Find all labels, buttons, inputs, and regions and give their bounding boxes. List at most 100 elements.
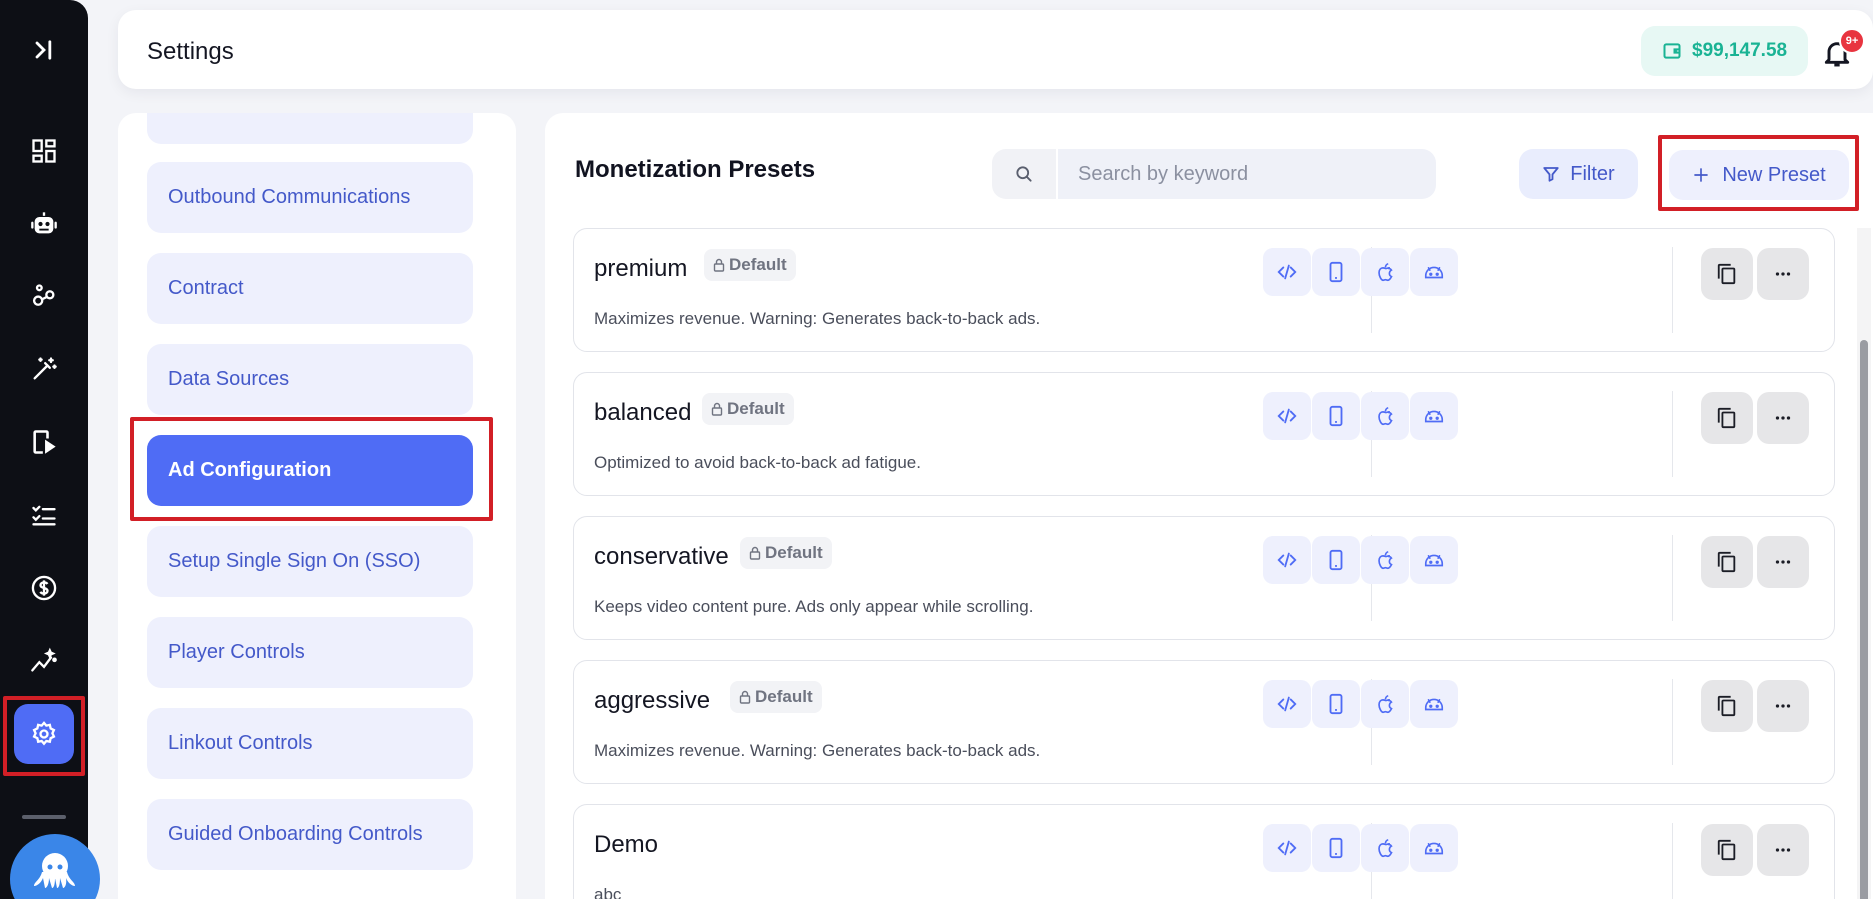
ios-platform-button[interactable] [1361,680,1409,728]
expand-sidebar-button[interactable] [14,20,74,80]
android-platform-button[interactable] [1410,392,1458,440]
settings-nav-item-ad-configuration[interactable]: Ad Configuration [147,435,473,506]
more-options-button[interactable] [1757,536,1809,588]
lock-icon [711,402,723,416]
mobile-icon [1329,837,1343,859]
avatar[interactable] [10,834,100,899]
more-options-button[interactable] [1757,248,1809,300]
scroll-thumb[interactable] [1860,340,1868,899]
settings-nav-item-outbound-communications[interactable]: Outbound Communications [147,162,473,233]
preset-description: Keeps video content pure. Ads only appea… [594,597,1034,616]
web-platform-button[interactable] [1263,248,1311,296]
mobile-platform-button[interactable] [1312,248,1360,296]
more-options-button[interactable] [1757,392,1809,444]
preset-card-0[interactable]: premium Default Maximizes revenue. Warni… [573,228,1835,352]
search-icon [1016,166,1032,182]
filter-icon [1543,167,1559,182]
mobile-icon [1329,549,1343,571]
code-icon [1277,696,1297,712]
lock-icon [713,258,725,272]
octopus-icon [34,853,75,888]
card-divider [1672,247,1673,333]
duplicate-preset-button[interactable] [1701,680,1753,732]
android-platform-button[interactable] [1410,536,1458,584]
settings-nav-item-linkout-controls[interactable]: Linkout Controls [147,708,473,779]
settings-nav-item-guided-onboarding[interactable]: Guided Onboarding Controls [147,799,473,870]
preset-list-scrollbar[interactable] [1857,228,1871,899]
card-divider [1672,679,1673,765]
more-options-button[interactable] [1757,680,1809,732]
settings-nav-item-partial[interactable] [147,113,473,144]
ios-platform-button[interactable] [1361,248,1409,296]
preset-name: aggressive [594,687,711,714]
mobile-platform-button[interactable] [1312,824,1360,872]
checklist-icon [32,505,56,526]
notification-badge: 9+ [1839,28,1865,54]
web-platform-button[interactable] [1263,392,1311,440]
settings-nav-item-sso[interactable]: Setup Single Sign On (SSO) [147,526,473,597]
rail-item-mobile-play[interactable] [14,412,74,472]
mobile-platform-button[interactable] [1312,680,1360,728]
preset-card-3[interactable]: aggressive Default Maximizes revenue. Wa… [573,660,1835,784]
code-icon [1277,408,1297,424]
rail-item-settings[interactable] [14,704,74,764]
search-icon-box[interactable] [992,149,1056,199]
preset-card-2[interactable]: conservative Default Keeps video content… [573,516,1835,640]
code-icon [1277,552,1297,568]
more-options-button[interactable] [1757,824,1809,876]
android-icon [1424,842,1444,855]
plus-icon [1694,168,1709,182]
search-input[interactable] [1058,149,1436,199]
rail-item-magic[interactable] [14,339,74,399]
filter-button[interactable]: Filter [1519,149,1638,199]
android-platform-button[interactable] [1410,824,1458,872]
settings-nav-item-player-controls[interactable]: Player Controls [147,617,473,688]
wallet-balance[interactable]: $99,147.58 [1641,26,1809,76]
mobile-icon [1329,405,1343,427]
duplicate-preset-button[interactable] [1701,824,1753,876]
copy-icon [1717,839,1736,861]
rail-item-checklist[interactable] [14,485,74,545]
search-bar [992,149,1436,199]
duplicate-preset-button[interactable] [1701,536,1753,588]
mobile-icon [1329,261,1343,283]
rail-item-robot[interactable] [14,194,74,254]
rail-divider [22,815,66,819]
dashboard-icon [32,139,56,163]
more-icon [1775,416,1791,420]
lock-icon [749,546,761,560]
settings-nav-item-data-sources[interactable]: Data Sources [147,344,473,415]
ios-platform-button[interactable] [1361,824,1409,872]
ios-platform-button[interactable] [1361,536,1409,584]
preset-name: Demo [594,831,659,858]
rail-item-billing[interactable] [14,558,74,618]
rail-item-network[interactable] [14,266,74,326]
duplicate-preset-button[interactable] [1701,248,1753,300]
android-icon [1424,698,1444,711]
web-platform-button[interactable] [1263,680,1311,728]
rail-item-dashboard[interactable] [14,121,74,181]
duplicate-preset-button[interactable] [1701,392,1753,444]
network-icon [32,284,55,306]
top-header: Settings $99,147.58 9+ [118,10,1873,89]
filter-label: Filter [1570,162,1615,185]
ios-platform-button[interactable] [1361,392,1409,440]
lock-icon [739,690,751,704]
new-preset-button[interactable]: New Preset [1669,150,1849,200]
rail-item-analytics[interactable] [14,631,74,691]
web-platform-button[interactable] [1263,536,1311,584]
preset-description: Maximizes revenue. Warning: Generates ba… [594,741,1041,760]
web-platform-button[interactable] [1263,824,1311,872]
card-divider [1672,823,1673,899]
code-icon [1277,840,1297,856]
settings-nav-item-contract[interactable]: Contract [147,253,473,324]
mobile-platform-button[interactable] [1312,536,1360,584]
android-platform-button[interactable] [1410,248,1458,296]
android-platform-button[interactable] [1410,680,1458,728]
default-tag-label: Default [765,543,823,562]
preset-card-1[interactable]: balanced Default Optimized to avoid back… [573,372,1835,496]
mobile-platform-button[interactable] [1312,392,1360,440]
default-tag: Default [704,249,796,281]
notifications-button[interactable]: 9+ [1821,28,1865,72]
preset-card-4[interactable]: Demo abc [573,804,1835,899]
